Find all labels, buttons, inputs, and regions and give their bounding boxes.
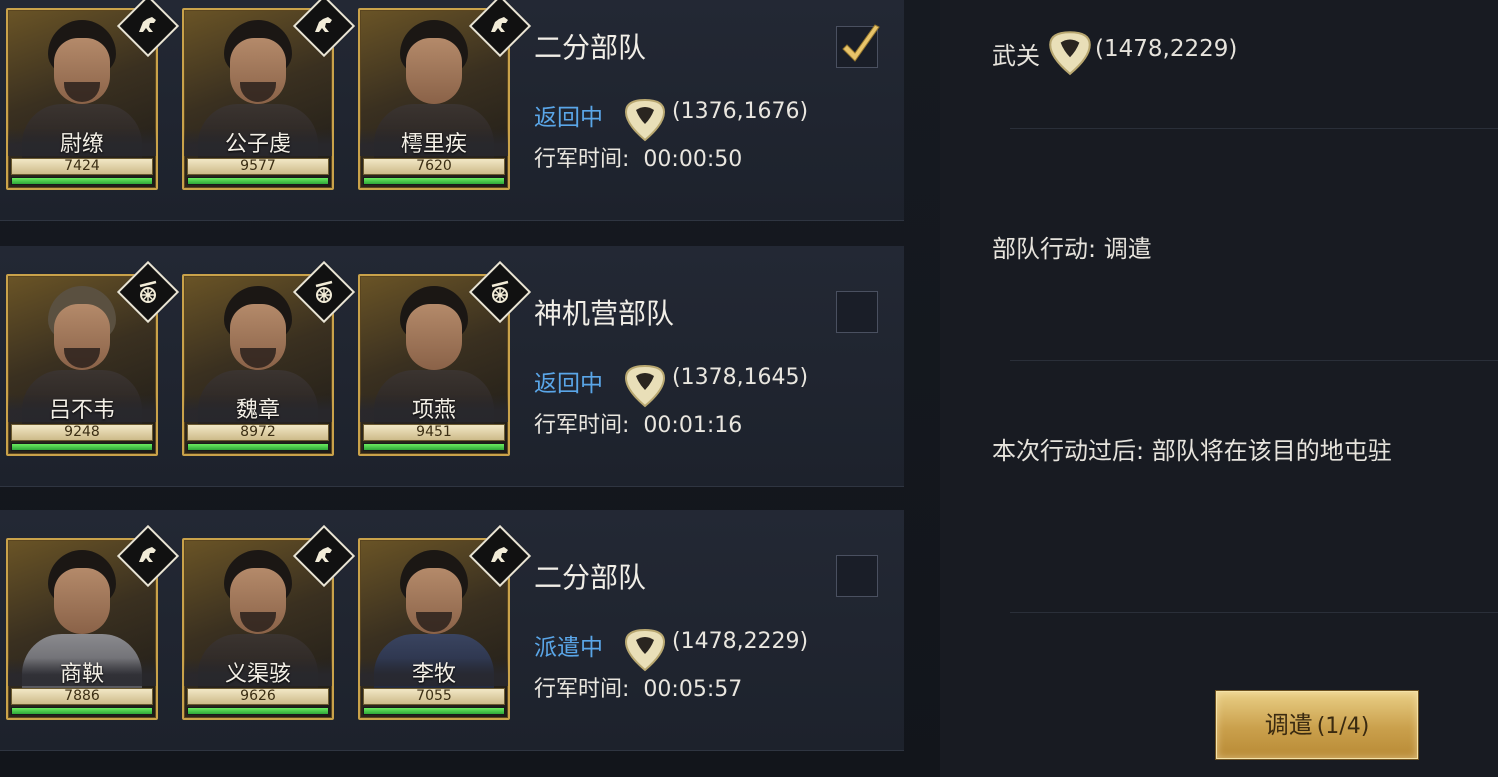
march-time-label: 行军时间: [534,147,630,172]
after-action-text: 本次行动过后: 部队将在该目的地屯驻 [992,437,1392,465]
troop-coordinate[interactable]: (1478,2229) [672,629,808,654]
troop-status-row: 派遣中 (1478,2229) [534,624,864,672]
march-time-value: 00:00:50 [643,147,743,172]
action-row: 部队行动: 调遣 [940,129,1498,361]
troop-card[interactable]: 尉缭 7424 公子虔 9577 樗里疾 7620 二分部队 返回中 (1376… [0,0,904,221]
location-pin-icon[interactable] [620,624,670,674]
location-pin-icon[interactable] [620,94,670,144]
troop-list: 尉缭 7424 公子虔 9577 樗里疾 7620 二分部队 返回中 (1376… [0,0,906,777]
destination-coordinate[interactable]: (1478,2229) [1095,36,1237,62]
march-time-value: 00:01:16 [643,413,743,438]
after-action-row: 本次行动过后: 部队将在该目的地屯驻 [940,361,1498,613]
general-power: 9451 [363,424,505,441]
general-name: 吕不韦 [8,394,156,423]
general-hp-bar [11,443,153,451]
general-power: 7620 [363,158,505,175]
march-time-label: 行军时间: [534,677,630,702]
general-hp-bar [11,707,153,715]
general-hp-bar [11,177,153,185]
checkmark-icon [842,24,880,62]
general-name: 义渠骇 [184,658,332,687]
march-dispatch-screen: 尉缭 7424 公子虔 9577 樗里疾 7620 二分部队 返回中 (1376… [0,0,1498,777]
general-hp-bar [363,443,505,451]
destination-name: 武关 [992,42,1040,70]
general-name: 魏章 [184,394,332,423]
troop-status: 返回中 [534,371,603,397]
general-hp-bar [187,443,329,451]
troop-select-checkbox[interactable] [836,555,878,597]
troop-name: 神机营部队 [534,297,675,330]
general-power: 9577 [187,158,329,175]
march-time-row: 行军时间: 00:05:57 [534,671,742,703]
dispatch-button-label: 调遣 [1264,711,1313,739]
march-time-row: 行军时间: 00:00:50 [534,141,742,173]
troop-status: 返回中 [534,105,603,131]
troop-name: 二分部队 [534,31,647,64]
march-time-value: 00:05:57 [643,677,743,702]
location-pin-icon[interactable] [1044,26,1096,78]
general-name: 公子虔 [184,128,332,157]
troop-info: 二分部队 返回中 (1376,1676) 行军时间: 00:00:50 [534,0,834,220]
general-power: 9248 [11,424,153,441]
general-name: 商鞅 [8,658,156,687]
march-time-label: 行军时间: [534,413,630,438]
troop-card[interactable]: 商鞅 7886 义渠骇 9626 李牧 7055 二分部队 派遣中 (1478,… [0,510,904,751]
dispatch-button[interactable]: 调遣 (1/4) [1216,691,1418,759]
general-name: 樗里疾 [360,128,508,157]
general-hp-bar [187,707,329,715]
troop-info: 二分部队 派遣中 (1478,2229) 行军时间: 00:05:57 [534,528,834,750]
general-power: 8972 [187,424,329,441]
troop-action-text: 部队行动: 调遣 [992,235,1152,263]
troop-coordinate[interactable]: (1376,1676) [672,99,808,124]
troop-status-row: 返回中 (1376,1676) [534,94,864,142]
general-hp-bar [363,707,505,715]
troop-name: 二分部队 [534,561,647,594]
troop-coordinate[interactable]: (1378,1645) [672,365,808,390]
destination-row: 武关 (1478,2229) [940,0,1498,129]
general-name: 李牧 [360,658,508,687]
troop-info: 神机营部队 返回中 (1378,1645) 行军时间: 00:01:16 [534,264,834,486]
location-pin-icon[interactable] [620,360,670,410]
dispatch-button-count: (1/4) [1316,714,1370,739]
general-power: 9626 [187,688,329,705]
troop-select-checkbox[interactable] [836,24,880,68]
dispatch-detail-panel: 武关 (1478,2229) 部队行动: 调遣 本次行动过后: 部队将在该目的地… [940,0,1498,777]
troop-status-row: 返回中 (1378,1645) [534,360,864,408]
troop-card[interactable]: 吕不韦 9248 魏章 8972 项燕 9451 神机营部队 返回中 (1378… [0,246,904,487]
general-hp-bar [363,177,505,185]
general-power: 7055 [363,688,505,705]
general-power: 7424 [11,158,153,175]
troop-status: 派遣中 [534,635,603,661]
troop-select-checkbox[interactable] [836,291,878,333]
general-name: 项燕 [360,394,508,423]
march-time-row: 行军时间: 00:01:16 [534,407,742,439]
general-power: 7886 [11,688,153,705]
general-name: 尉缭 [8,128,156,157]
general-hp-bar [187,177,329,185]
